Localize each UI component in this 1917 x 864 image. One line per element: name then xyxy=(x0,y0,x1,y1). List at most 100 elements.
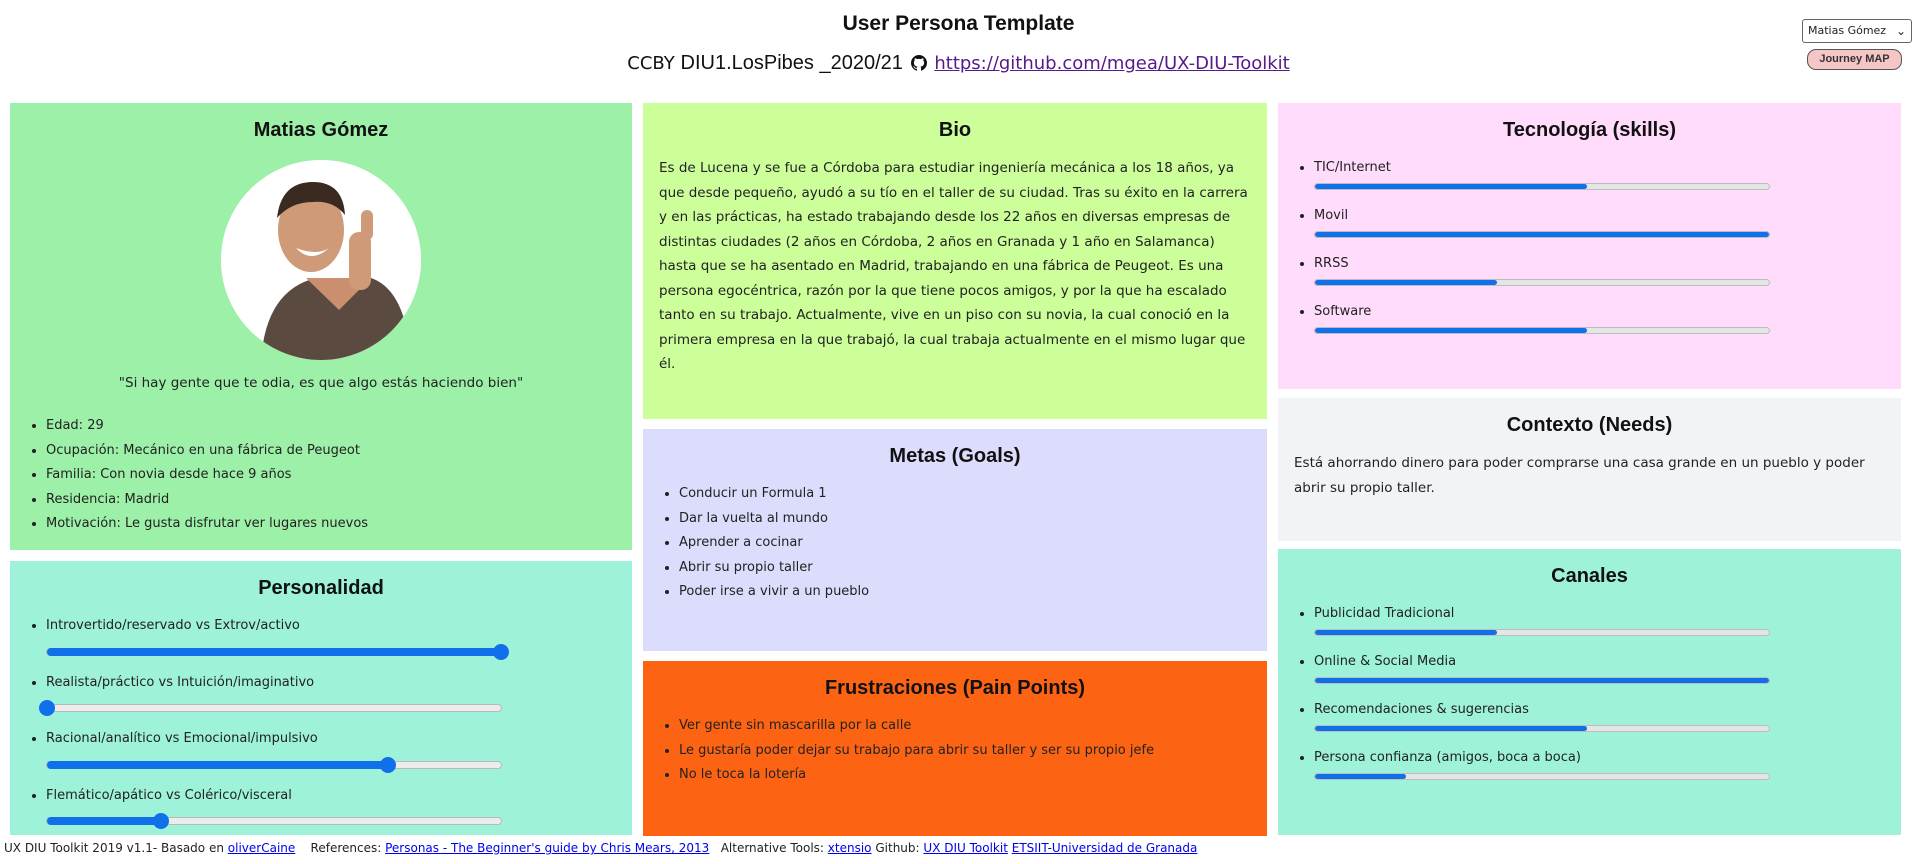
channel-bar xyxy=(1314,773,1770,780)
xtensio-link[interactable]: xtensio xyxy=(828,841,872,855)
skill-bar xyxy=(1314,327,1770,334)
university-link[interactable]: ETSIIT-Universidad de Granada xyxy=(1012,841,1198,855)
frustrations-card: Frustraciones (Pain Points) Ver gente si… xyxy=(643,661,1267,836)
references-link[interactable]: Personas - The Beginner's guide by Chris… xyxy=(385,841,709,855)
trait-label: Introvertido/reservado vs Extrov/activo xyxy=(46,618,300,633)
goal-item: Poder irse a vivir a un pueblo xyxy=(679,580,1251,605)
goals-list: Conducir un Formula 1 Dar la vuelta al m… xyxy=(659,482,1251,605)
skill-label: TIC/Internet xyxy=(1314,160,1391,175)
detail-age: Edad: 29 xyxy=(46,414,606,439)
persona-quote: "Si hay gente que te odia, es que algo e… xyxy=(118,375,524,391)
goal-item: Dar la vuelta al mundo xyxy=(679,507,1251,532)
skill-label: Movil xyxy=(1314,208,1349,223)
bio-text: Es de Lucena y se fue a Córdoba para est… xyxy=(659,160,1248,372)
detail-residence: Residencia: Madrid xyxy=(46,488,606,513)
channel-bar xyxy=(1314,677,1770,684)
chevron-down-icon: ⌄ xyxy=(1895,24,1906,38)
tech-card: Tecnología (skills) TIC/Internet Movil R… xyxy=(1278,103,1901,389)
github-icon xyxy=(910,55,927,76)
slider-thumb[interactable] xyxy=(379,756,396,773)
footer-prefix: UX DIU Toolkit 2019 v1.1- Basado en xyxy=(4,841,224,855)
github-label: Github: xyxy=(875,841,920,855)
trait-label: Realista/práctico vs Intuición/imaginati… xyxy=(46,674,315,690)
trait-item: Racional/analítico vs Emocional/impulsiv… xyxy=(46,727,616,773)
channel-item: Publicidad Tradicional xyxy=(1314,602,1885,636)
frustrations-list: Ver gente sin mascarilla por la calle Le… xyxy=(659,714,1251,788)
skill-item: TIC/Internet xyxy=(1314,156,1885,190)
trait-slider[interactable] xyxy=(46,756,502,773)
skill-bar xyxy=(1314,183,1770,190)
bio-title: Bio xyxy=(938,119,972,141)
detail-family: Familia: Con novia desde hace 9 años xyxy=(46,463,606,488)
goals-card: Metas (Goals) Conducir un Formula 1 Dar … xyxy=(643,429,1267,651)
frustration-item: Ver gente sin mascarilla por la calle xyxy=(679,714,1251,739)
license-label: CCBY xyxy=(627,53,675,74)
repo-link[interactable]: https://github.com/mgea/UX-DIU-Toolkit xyxy=(934,53,1289,74)
trait-slider[interactable] xyxy=(46,813,502,829)
channels-card: Canales Publicidad Tradicional Online & … xyxy=(1278,549,1901,835)
slider-thumb[interactable] xyxy=(493,643,509,660)
avatar xyxy=(221,160,421,360)
trait-item: Realista/práctico vs Intuición/imaginati… xyxy=(39,671,616,716)
personality-list: Introvertido/reservado vs Extrov/activo … xyxy=(26,614,616,829)
persona-select[interactable]: Matias Gómez ⌄ xyxy=(1802,19,1912,43)
trait-item: Flemático/apático vs Colérico/visceral xyxy=(46,784,616,829)
skill-bar xyxy=(1314,279,1770,286)
channel-label: Persona confianza (amigos, boca a boca) xyxy=(1314,750,1581,765)
header: User Persona Template CCBY DIU1.LosPibes… xyxy=(0,0,1917,100)
personality-title: Personalidad xyxy=(258,577,384,599)
trait-label: Racional/analítico vs Emocional/impulsiv… xyxy=(46,731,318,746)
page-title: User Persona Template xyxy=(842,12,1075,35)
skill-bar xyxy=(1314,231,1770,238)
persona-card: Matias Gómez "Si hay gente que te odia, … xyxy=(10,103,632,550)
skill-item: Software xyxy=(1314,300,1885,334)
course-label: DIU1.LosPibes _2020/21 xyxy=(680,52,903,74)
goal-item: Abrir su propio taller xyxy=(679,556,1251,581)
slider-thumb[interactable] xyxy=(39,700,55,716)
tech-list: TIC/Internet Movil RRSS Software xyxy=(1294,156,1885,334)
subtitle: CCBY DIU1.LosPibes _2020/21 https://gith… xyxy=(0,52,1917,76)
personality-card: Personalidad Introvertido/reservado vs E… xyxy=(10,561,632,835)
skill-item: RRSS xyxy=(1314,252,1885,286)
persona-details: Edad: 29 Ocupación: Mecánico en una fábr… xyxy=(26,414,606,537)
detail-occupation: Ocupación: Mecánico en una fábrica de Pe… xyxy=(46,439,606,464)
channel-bar xyxy=(1314,725,1770,732)
journey-map-button[interactable]: Journey MAP xyxy=(1807,49,1902,70)
trait-slider[interactable] xyxy=(39,700,502,716)
channel-label: Recomendaciones & sugerencias xyxy=(1314,702,1529,717)
goal-item: Aprender a cocinar xyxy=(679,531,1251,556)
slider-thumb[interactable] xyxy=(152,813,169,829)
bio-card: Bio Es de Lucena y se fue a Córdoba para… xyxy=(643,103,1267,419)
frustration-item: No le toca la lotería xyxy=(679,763,1251,788)
persona-name: Matias Gómez xyxy=(253,119,389,141)
trait-item: Introvertido/reservado vs Extrov/activo xyxy=(46,614,616,660)
detail-motivation: Motivación: Le gusta disfrutar ver lugar… xyxy=(46,512,606,537)
trait-slider[interactable] xyxy=(46,643,509,660)
alt-tools-label: Alternative Tools: xyxy=(720,841,824,855)
channel-item: Persona confianza (amigos, boca a boca) xyxy=(1314,746,1885,780)
context-card: Contexto (Needs) Está ahorrando dinero p… xyxy=(1278,398,1901,541)
trait-label: Flemático/apático vs Colérico/visceral xyxy=(46,787,292,803)
skill-item: Movil xyxy=(1314,204,1885,238)
context-title: Contexto (Needs) xyxy=(1506,414,1673,436)
channel-item: Recomendaciones & sugerencias xyxy=(1314,698,1885,732)
persona-select-value: Matias Gómez xyxy=(1808,24,1887,37)
toolkit-link[interactable]: UX DIU Toolkit xyxy=(923,841,1008,855)
skill-label: RRSS xyxy=(1314,256,1349,271)
channels-list: Publicidad Tradicional Online & Social M… xyxy=(1294,602,1885,780)
channels-title: Canales xyxy=(1551,565,1628,587)
tech-title: Tecnología (skills) xyxy=(1503,119,1676,141)
channel-bar xyxy=(1314,629,1770,636)
channel-item: Online & Social Media xyxy=(1314,650,1885,684)
footer: UX DIU Toolkit 2019 v1.1- Basado en oliv… xyxy=(4,841,1197,855)
context-text: Está ahorrando dinero para poder comprar… xyxy=(1294,455,1865,496)
goal-item: Conducir un Formula 1 xyxy=(679,482,1251,507)
references-label: References: xyxy=(310,841,382,855)
channel-label: Publicidad Tradicional xyxy=(1314,606,1455,621)
channel-label: Online & Social Media xyxy=(1314,654,1457,669)
based-on-link[interactable]: oliverCaine xyxy=(228,841,295,855)
skill-label: Software xyxy=(1314,304,1372,319)
goals-title: Metas (Goals) xyxy=(889,445,1021,467)
frustrations-title: Frustraciones (Pain Points) xyxy=(824,677,1086,699)
frustration-item: Le gustaría poder dejar su trabajo para … xyxy=(679,739,1251,764)
